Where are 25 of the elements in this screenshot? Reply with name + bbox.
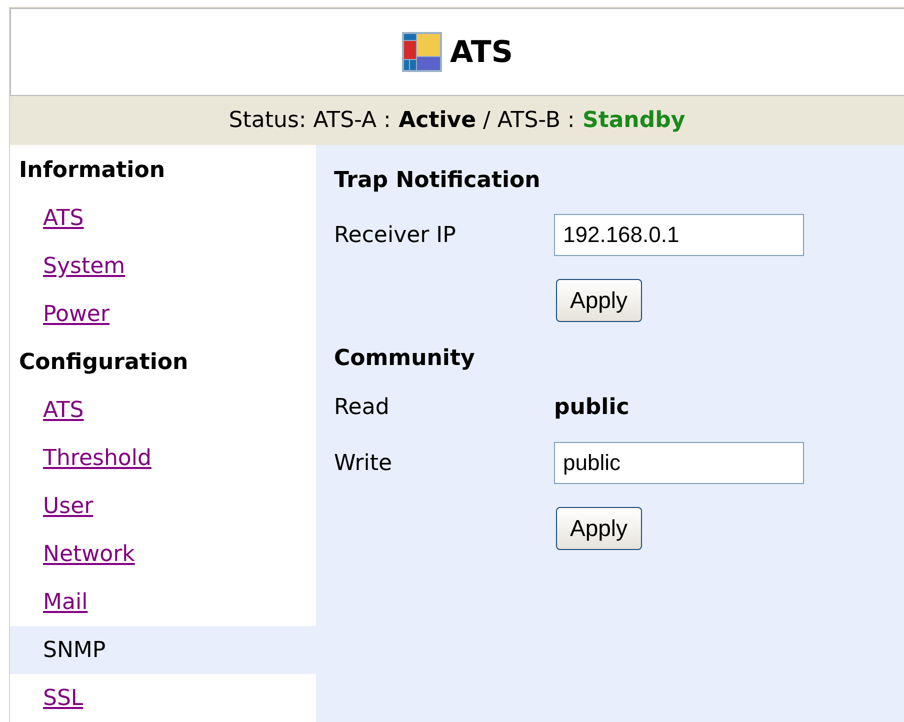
section-title: Community [334, 344, 475, 372]
apply-button[interactable]: Apply [556, 506, 642, 550]
input-field[interactable]: 192.168.0.1 [554, 214, 804, 256]
sidebar-link[interactable]: SNMP [43, 634, 106, 666]
sidebar-link[interactable]: User [43, 490, 94, 522]
input-field[interactable]: public [554, 442, 804, 484]
field-label: Write [334, 450, 394, 478]
sidebar-link[interactable]: ATS [43, 202, 84, 234]
sidebar-link[interactable]: ATS [43, 394, 84, 426]
sidebar-link[interactable]: System [43, 250, 126, 282]
sidebar-link[interactable]: Threshold [43, 442, 152, 474]
sidebar-link[interactable]: Network [43, 538, 135, 570]
sidebar-heading: Configuration [19, 348, 188, 376]
sidebar-link[interactable]: Power [43, 298, 110, 330]
status-text: Status: ATS-A : Active / ATS-B : Standby [228, 107, 686, 136]
field-label: Read [334, 394, 390, 422]
sidebar-link[interactable]: Mail [43, 586, 88, 618]
header-title: ATS [450, 34, 513, 72]
field-label: Receiver IP [334, 222, 457, 250]
sidebar-heading: Information [19, 156, 165, 184]
sidebar-link[interactable]: SSL [43, 682, 84, 714]
section-title: Trap Notification [334, 166, 540, 194]
field-value: public [554, 394, 630, 422]
apply-button[interactable]: Apply [556, 278, 642, 322]
logo-icon [402, 32, 442, 72]
